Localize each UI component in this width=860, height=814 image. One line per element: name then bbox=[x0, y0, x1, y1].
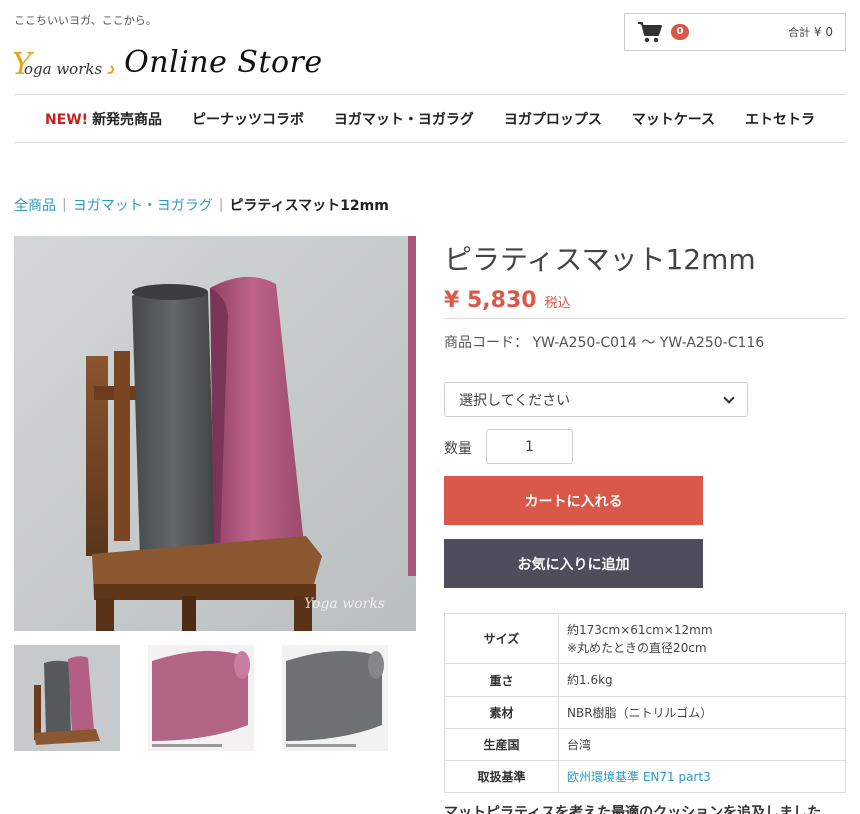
spec-value: 欧州環境基準 EN71 part3 bbox=[558, 760, 846, 793]
logo-online-store: Online Store bbox=[124, 45, 323, 80]
cart-count-badge: 0 bbox=[671, 24, 689, 40]
thumbnail-2[interactable] bbox=[148, 645, 254, 751]
cart-total-label: 合計 bbox=[788, 26, 811, 39]
spec-value: 約1.6kg bbox=[558, 663, 846, 697]
spec-label: 素材 bbox=[444, 696, 559, 729]
tax-label: 税込 bbox=[544, 296, 571, 311]
site-logo[interactable]: Yoga works Online Store bbox=[12, 34, 323, 80]
spec-value-line: 約173cm×61cm×12mm bbox=[567, 622, 713, 637]
chair-leg-front-left bbox=[96, 598, 114, 631]
add-to-favorites-button[interactable]: お気に入りに追加 bbox=[444, 539, 703, 588]
chevron-down-icon bbox=[723, 391, 735, 404]
gray-mat bbox=[132, 286, 216, 564]
main-product-image[interactable]: Yoga works bbox=[14, 236, 416, 631]
spec-table: サイズ 約173cm×61cm×12mm ※丸めたときの直径20cm 重さ 約1… bbox=[444, 613, 846, 793]
cart-icon bbox=[637, 21, 663, 43]
nav-item-yoga-mats[interactable]: ヨガマット・ヨガラグ bbox=[334, 109, 474, 129]
variant-select[interactable]: 選択してください bbox=[444, 382, 748, 417]
cart-total-value: ¥ 0 bbox=[813, 25, 833, 39]
breadcrumb-all-products[interactable]: 全商品 bbox=[14, 195, 56, 215]
moon-icon bbox=[103, 63, 116, 76]
nav-item-peanuts[interactable]: ピーナッツコラボ bbox=[192, 109, 304, 129]
thumbnail-3[interactable] bbox=[282, 645, 388, 751]
logo-y-mark: Y bbox=[12, 47, 32, 82]
logo-yoga-works: Yoga works bbox=[12, 50, 116, 80]
chair-seat-front bbox=[94, 584, 316, 600]
header-tagline: ここちいいヨガ、ここから。 bbox=[14, 14, 157, 27]
gray-mat-top bbox=[132, 284, 208, 300]
nav-item-label: 新発売商品 bbox=[92, 111, 163, 128]
spec-row-weight: 重さ 約1.6kg bbox=[444, 663, 846, 697]
spec-value: 約173cm×61cm×12mm ※丸めたときの直径20cm bbox=[558, 613, 846, 664]
spec-value: 台湾 bbox=[558, 728, 846, 761]
nav-item-yoga-props[interactable]: ヨガプロップス bbox=[504, 109, 602, 129]
spec-label: 重さ bbox=[444, 663, 559, 697]
cart-summary[interactable]: 0 合計 ¥ 0 bbox=[624, 13, 846, 51]
product-price: ¥ 5,830 bbox=[444, 288, 537, 313]
add-to-cart-button[interactable]: カートに入れる bbox=[444, 476, 703, 525]
price-divider bbox=[444, 318, 846, 319]
main-nav: NEW! 新発売商品 ピーナッツコラボ ヨガマット・ヨガラグ ヨガプロップス マッ… bbox=[14, 94, 846, 143]
breadcrumb-yoga-mats[interactable]: ヨガマット・ヨガラグ bbox=[73, 195, 213, 215]
product-title: ピラティスマット12mm bbox=[444, 243, 756, 276]
thumbnail-1[interactable] bbox=[14, 645, 120, 751]
spec-row-material: 素材 NBR樹脂（ニトリルゴム） bbox=[444, 696, 846, 729]
breadcrumb-separator: | bbox=[218, 197, 224, 213]
breadcrumb: 全商品 | ヨガマット・ヨガラグ | ピラティスマット12mm bbox=[14, 195, 389, 215]
photo-right-edge-mat bbox=[408, 236, 416, 576]
spec-row-standard: 取扱基準 欧州環境基準 EN71 part3 bbox=[444, 760, 846, 793]
breadcrumb-separator: | bbox=[62, 197, 67, 213]
quantity-input[interactable]: 1 bbox=[486, 429, 573, 464]
nav-item-etcetera[interactable]: エトセトラ bbox=[745, 109, 815, 129]
new-label: NEW! bbox=[44, 111, 89, 128]
spec-row-origin: 生産国 台湾 bbox=[444, 728, 846, 761]
spec-value-line: ※丸めたときの直径20cm bbox=[567, 640, 707, 655]
nav-item-mat-case[interactable]: マットケース bbox=[632, 109, 715, 129]
variant-select-value: 選択してください bbox=[459, 392, 571, 409]
spec-row-size: サイズ 約173cm×61cm×12mm ※丸めたときの直径20cm bbox=[444, 613, 846, 664]
nav-item-new[interactable]: NEW! 新発売商品 bbox=[45, 109, 162, 129]
photo-watermark: Yoga works bbox=[304, 596, 385, 612]
chair-leg-back bbox=[182, 596, 196, 631]
spec-label: サイズ bbox=[444, 613, 559, 664]
spec-label: 生産国 bbox=[444, 728, 559, 761]
spec-label: 取扱基準 bbox=[444, 760, 559, 793]
price-row: ¥ 5,830 税込 bbox=[444, 288, 571, 313]
spec-value: NBR樹脂（ニトリルゴム） bbox=[558, 696, 846, 729]
product-description: マットピラティスを考えた最適のクッションを追及しました bbox=[444, 805, 822, 814]
standard-link[interactable]: 欧州環境基準 EN71 part3 bbox=[567, 770, 711, 784]
breadcrumb-current: ピラティスマット12mm bbox=[229, 198, 389, 214]
product-code: 商品コード： YW-A250-C014 〜 YW-A250-C116 bbox=[444, 335, 765, 351]
quantity-label: 数量 bbox=[444, 441, 472, 457]
logo-yoga-text: oga works bbox=[24, 60, 103, 78]
chair-back-right bbox=[114, 351, 130, 541]
cart-total: 合計 ¥ 0 bbox=[788, 24, 833, 40]
